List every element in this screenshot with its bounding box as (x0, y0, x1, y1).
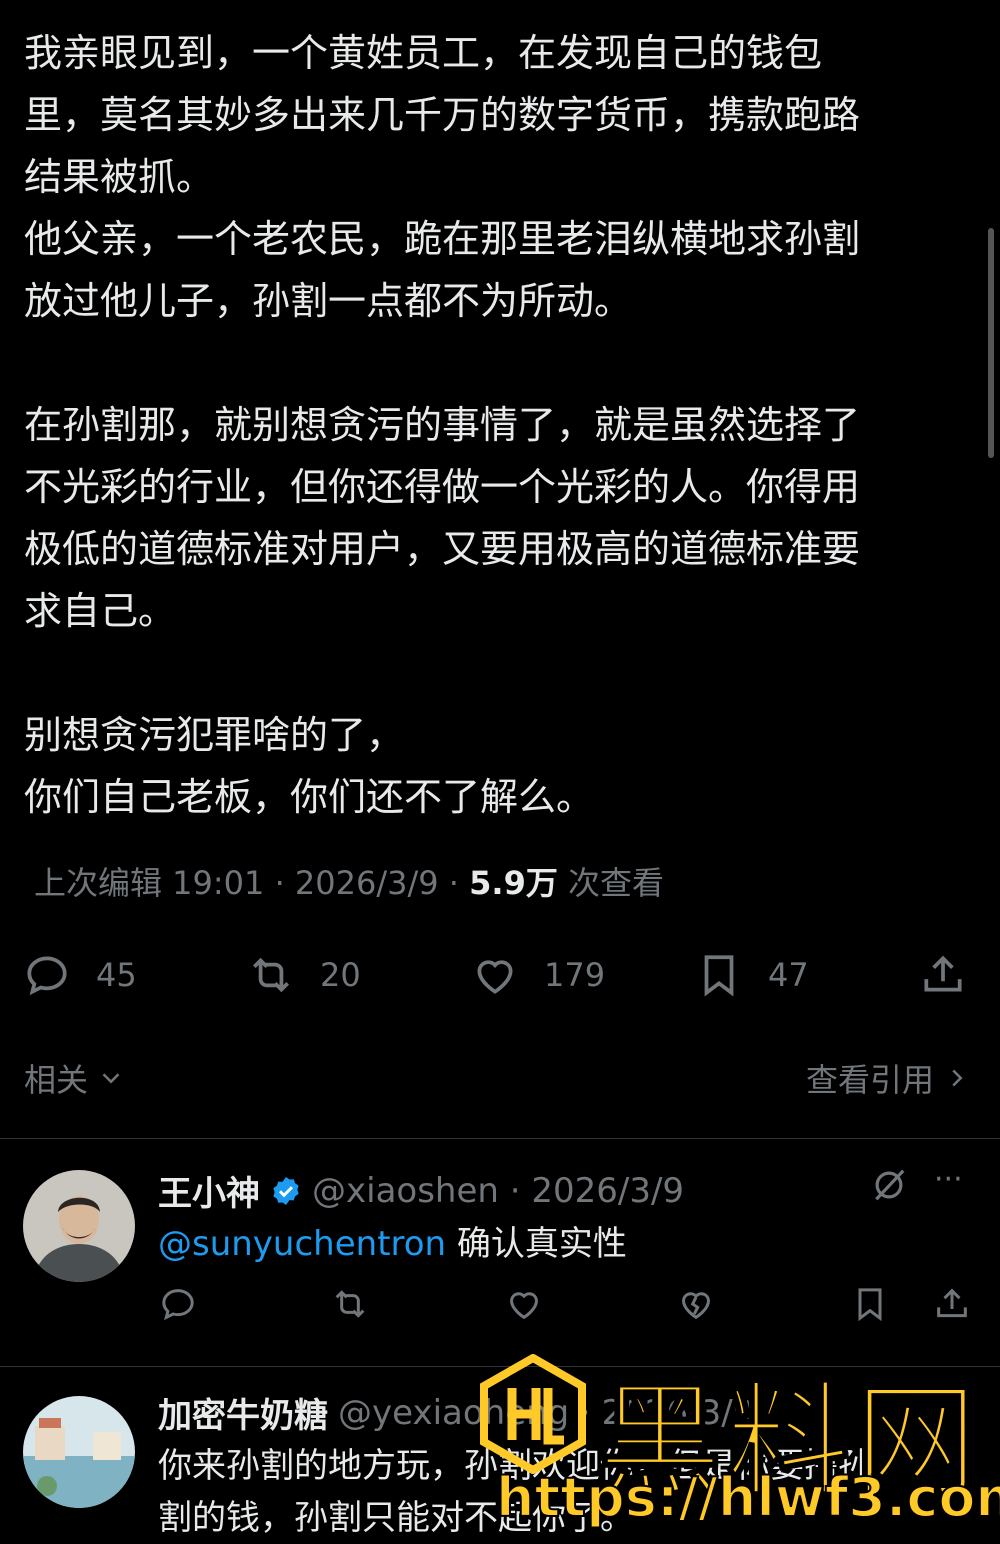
grok-icon (875, 1169, 905, 1201)
reply-header: 王小神 @xiaoshen · 2026/3/9 (158, 1166, 684, 1215)
chevron-right-icon (952, 1069, 963, 1087)
more-icon: ··· (934, 1162, 963, 1197)
bookmark-icon (858, 1288, 882, 1322)
bookmark-button[interactable] (850, 1284, 898, 1332)
share-icon (924, 955, 962, 992)
view-quotes-link[interactable]: 查看引用 (806, 1055, 972, 1101)
like-button[interactable]: 179 (470, 940, 605, 1010)
avatar[interactable] (23, 1170, 135, 1282)
dislike-button[interactable] (676, 1284, 724, 1332)
post-meta: 上次编辑 19:01 · 2026/3/9 · 5.9万 次查看 (34, 858, 664, 904)
post-line: 不光彩的行业，但你还得做一个光彩的人。你得用 (24, 465, 861, 509)
share-button[interactable] (918, 940, 968, 1010)
repost-button[interactable] (330, 1284, 378, 1332)
related-label: 相关 (24, 1061, 89, 1099)
display-name[interactable]: 加密牛奶糖 (158, 1388, 328, 1437)
share-button[interactable] (932, 1284, 980, 1332)
reply-icon (162, 1289, 194, 1321)
grok-button[interactable] (870, 1166, 908, 1212)
post-text: 我亲眼见到，一个黄姓员工，在发现自己的钱包 里，莫名其妙多出来几千万的数字货币，… (24, 22, 984, 828)
handle-and-date[interactable]: @yexiaoheng · 2026/3/9 (338, 1393, 754, 1433)
reply-line: 你来孙割的地方玩，孙割欢迎你，但是你要撸孙 (158, 1446, 872, 1486)
reply-line: 割的钱，孙割只能对不起你了。 (158, 1498, 634, 1538)
post-line: 求自己。 (24, 589, 177, 633)
bookmark-count: 47 (768, 956, 809, 994)
avatar[interactable] (23, 1396, 135, 1508)
reply-text: 你来孙割的地方玩，孙割欢迎你，但是你要撸孙 割的钱，孙割只能对不起你了。 (158, 1440, 978, 1544)
repost-icon (253, 957, 289, 993)
views-label: 次查看 (557, 864, 665, 902)
post-line: 在孙割那，就别想贪污的事情了，就是虽然选择了 (24, 403, 861, 447)
post-line: 他父亲，一个老农民，跪在那里老泪纵横地求孙割 (24, 217, 861, 261)
like-count: 179 (544, 956, 606, 994)
scrollbar[interactable] (988, 228, 994, 458)
repost-button[interactable]: 20 (246, 940, 361, 1010)
divider (0, 1138, 1000, 1139)
broken-heart-icon (681, 1292, 711, 1320)
post-line: 极低的道德标准对用户，又要用极高的道德标准要 (24, 527, 861, 571)
like-button[interactable] (504, 1284, 552, 1332)
view-quotes-label: 查看引用 (805, 1061, 934, 1099)
edited-timestamp[interactable]: 上次编辑 19:01 · 2026/3/9 · (34, 864, 469, 902)
display-name[interactable]: 王小神 (158, 1166, 260, 1215)
post-line: 放过他儿子，孙割一点都不为所动。 (24, 279, 633, 323)
divider (0, 1366, 1000, 1367)
heart-icon (477, 960, 513, 994)
related-dropdown[interactable]: 相关 (24, 1055, 126, 1101)
handle-and-date[interactable]: @xiaoshen · 2026/3/9 (312, 1171, 684, 1211)
post-line: 你们自己老板，你们还不了解么。 (24, 775, 595, 819)
post-line: 结果被抓。 (24, 155, 215, 199)
repost-icon (335, 1290, 365, 1318)
heart-icon (509, 1292, 539, 1320)
reply-button[interactable]: 45 (22, 940, 137, 1010)
reply-icon (27, 956, 67, 996)
reply-count: 45 (96, 956, 137, 994)
views-count: 5.9万 (469, 864, 558, 902)
reply-text-content: 确认真实性 (446, 1224, 627, 1264)
reply-button[interactable] (158, 1284, 206, 1332)
post-actions: 45 20 179 47 (0, 940, 1000, 1010)
verified-badge-icon (273, 1176, 299, 1205)
mention-link[interactable]: @sunyuchentron (158, 1224, 446, 1264)
repost-count: 20 (320, 956, 361, 994)
more-button[interactable]: ··· (934, 1162, 963, 1197)
bookmark-icon (704, 955, 734, 997)
post-line: 我亲眼见到，一个黄姓员工，在发现自己的钱包 (24, 31, 823, 75)
post-line: 里，莫名其妙多出来几千万的数字货币，携款跑路 (24, 93, 861, 137)
bookmark-button[interactable]: 47 (694, 940, 809, 1010)
related-row: 相关 查看引用 (24, 1050, 972, 1106)
post-line: 别想贪污犯罪啥的了， (24, 713, 405, 757)
chevron-down-icon (102, 1073, 120, 1084)
reply-text: @sunyuchentron 确认真实性 (158, 1218, 978, 1270)
share-icon (937, 1288, 967, 1318)
reply-header: 加密牛奶糖 @yexiaoheng · 2026/3/9 (158, 1388, 754, 1437)
